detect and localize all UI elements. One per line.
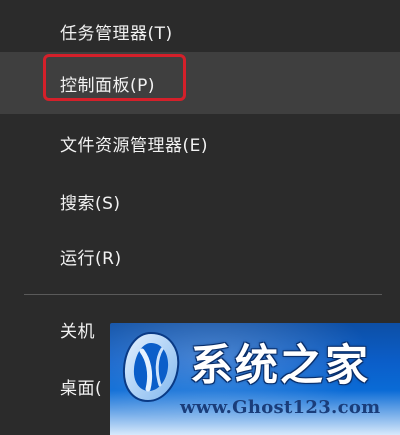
menu-item-search[interactable]: 搜索(S) xyxy=(0,170,400,232)
watermark-url: www.Ghost123.com xyxy=(180,397,381,418)
menu-item-shutdown[interactable]: 关机 xyxy=(0,298,110,360)
menu-divider xyxy=(24,294,382,295)
menu-item-label: 运行(R) xyxy=(60,248,122,269)
watermark-title: 系统之家 xyxy=(190,341,370,391)
menu-item-label: 关机 xyxy=(60,321,95,342)
menu-item-run[interactable]: 运行(R) xyxy=(0,225,400,287)
menu-item-label: 任务管理器(T) xyxy=(60,23,173,44)
menu-item-label: 文件资源管理器(E) xyxy=(60,135,209,156)
watermark-banner: 系统之家 www.Ghost123.com xyxy=(110,323,400,435)
menu-item-control-panel[interactable]: 控制面板(P) xyxy=(0,52,400,114)
menu-item-label: 控制面板(P) xyxy=(60,75,156,96)
menu-item-label: 桌面( xyxy=(60,378,103,399)
menu-item-file-explorer[interactable]: 文件资源管理器(E) xyxy=(0,112,400,174)
menu-item-label: 搜索(S) xyxy=(60,193,121,214)
menu-item-desktop[interactable]: 桌面( xyxy=(0,355,110,417)
ghost-logo-icon xyxy=(122,331,180,403)
